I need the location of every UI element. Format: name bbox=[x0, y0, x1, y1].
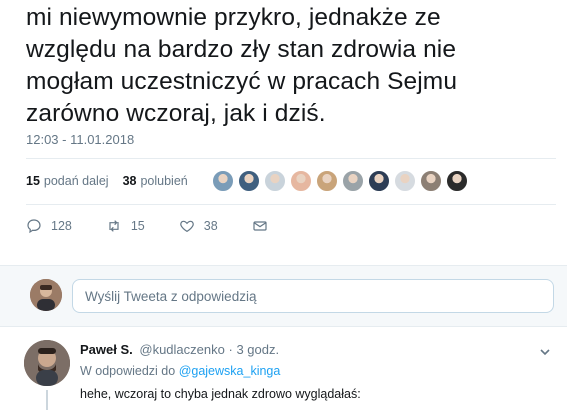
retweet-button[interactable]: 15 bbox=[106, 218, 145, 234]
liker-avatar[interactable] bbox=[420, 170, 442, 192]
tweet-timestamp[interactable]: 12:03 - 11.01.2018 bbox=[26, 132, 134, 147]
reply-button[interactable]: 128 bbox=[26, 218, 72, 234]
chevron-down-icon[interactable] bbox=[539, 346, 551, 358]
liker-avatar[interactable] bbox=[290, 170, 312, 192]
liker-avatar[interactable] bbox=[212, 170, 234, 192]
like-count: 38 bbox=[203, 219, 218, 233]
in-reply-to: W odpowiedzi do @gajewska_kinga bbox=[80, 364, 280, 378]
likes-label: polubień bbox=[140, 174, 188, 188]
tweet-text-line: zarówno wczoraj, jak i dziś. bbox=[26, 100, 326, 127]
liker-avatar[interactable] bbox=[394, 170, 416, 192]
liker-avatars bbox=[212, 170, 472, 192]
divider bbox=[26, 204, 556, 205]
author-name[interactable]: Paweł S. bbox=[80, 342, 133, 357]
like-button[interactable]: 38 bbox=[179, 218, 218, 234]
in-reply-handle-link[interactable]: @gajewska_kinga bbox=[179, 364, 281, 378]
reply-input[interactable]: Wyślij Tweeta z odpowiedzią bbox=[72, 279, 554, 313]
likes-stat[interactable]: 38 polubień bbox=[123, 174, 188, 188]
reply-composer: Wyślij Tweeta z odpowiedzią bbox=[0, 265, 567, 327]
thread-line bbox=[46, 390, 48, 410]
likes-count: 38 bbox=[122, 174, 137, 188]
reply-count: 128 bbox=[51, 219, 72, 233]
tweet-text: mi niewymownie przykro, jednakże ze wzgl… bbox=[26, 2, 556, 130]
avatar bbox=[30, 279, 62, 311]
reply-tweet-header: Paweł S. @kudlaczenko · 3 godz. bbox=[80, 342, 279, 357]
liker-avatar[interactable] bbox=[316, 170, 338, 192]
author-handle[interactable]: @kudlaczenko bbox=[139, 342, 224, 357]
liker-avatar[interactable] bbox=[368, 170, 390, 192]
reply-tweet[interactable]: Paweł S. @kudlaczenko · 3 godz. W odpowi… bbox=[0, 328, 567, 410]
reply-icon bbox=[27, 219, 41, 234]
tweet-stats: 15 podań dalej 38 polubień bbox=[26, 174, 202, 188]
liker-avatar[interactable] bbox=[238, 170, 260, 192]
tweet-actions: 128 15 38 bbox=[26, 218, 311, 234]
liker-avatar[interactable] bbox=[264, 170, 286, 192]
liker-avatar[interactable] bbox=[342, 170, 364, 192]
retweets-label: podań dalej bbox=[43, 174, 109, 188]
liker-avatar[interactable] bbox=[446, 170, 468, 192]
divider bbox=[26, 158, 556, 159]
retweets-count: 15 bbox=[26, 174, 40, 188]
tweet-text-line: mogłam uczestniczyć w pracach Sejmu bbox=[26, 68, 458, 95]
heart-icon bbox=[179, 220, 194, 233]
tweet-text-line: mi niewymownie przykro, jednakże ze bbox=[26, 4, 441, 31]
retweet-count: 15 bbox=[130, 219, 145, 233]
in-reply-prefix: W odpowiedzi do bbox=[80, 364, 176, 378]
avatar[interactable] bbox=[24, 340, 70, 386]
direct-message-button[interactable] bbox=[252, 218, 277, 234]
header-separator: · bbox=[228, 342, 233, 357]
retweet-icon bbox=[109, 220, 119, 232]
tweet-text-line: względu na bardzo zły stan zdrowia nie bbox=[26, 36, 457, 63]
retweets-stat[interactable]: 15 podań dalej bbox=[26, 174, 109, 188]
envelope-icon bbox=[253, 221, 267, 231]
reply-tweet-time[interactable]: 3 godz. bbox=[236, 342, 279, 357]
reply-tweet-text: hehe, wczoraj to chyba jednak zdrowo wyg… bbox=[80, 387, 361, 401]
